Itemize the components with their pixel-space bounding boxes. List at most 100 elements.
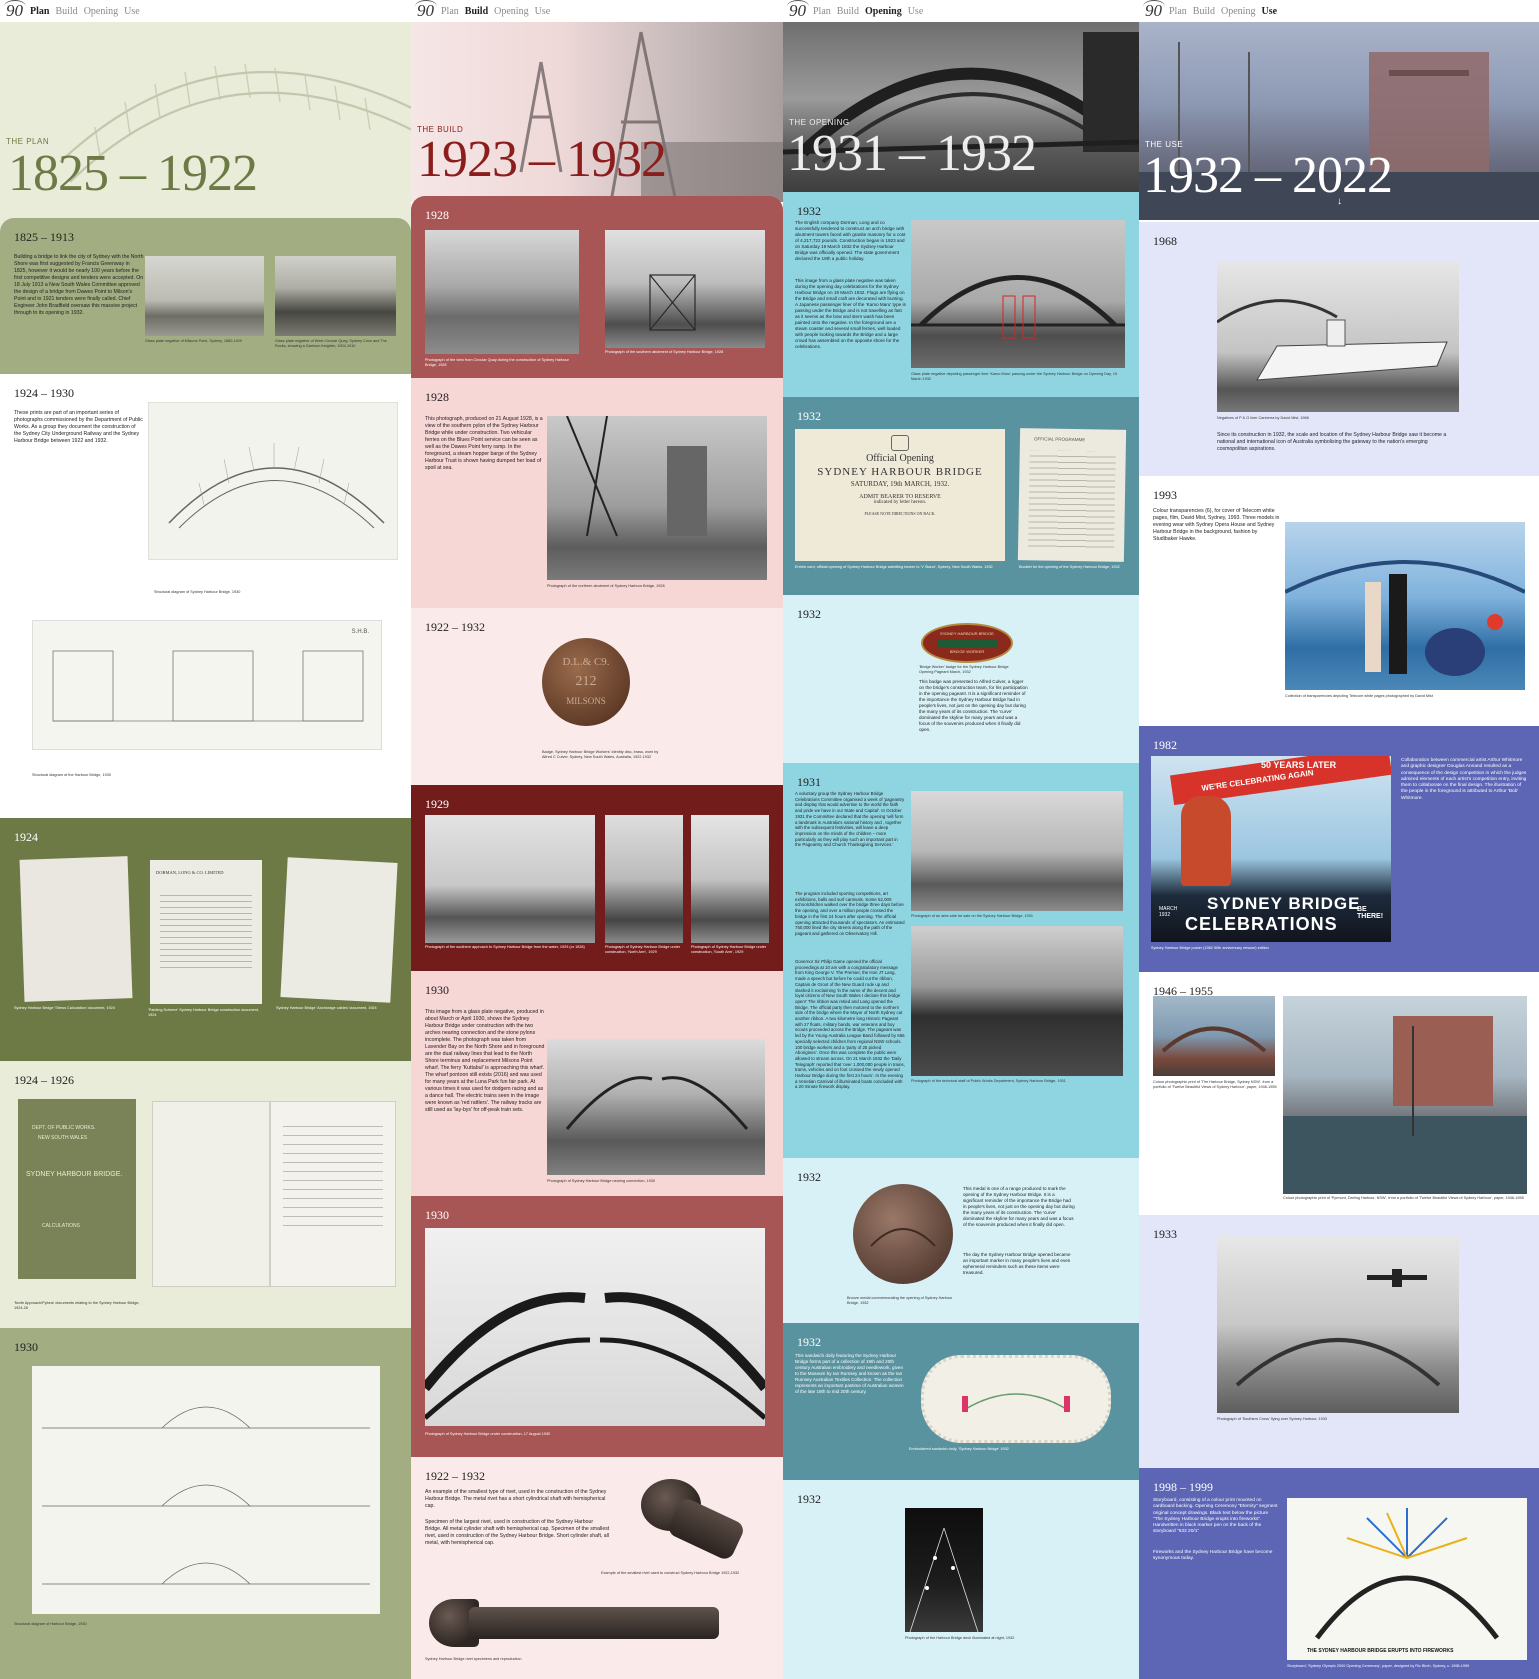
nav-use[interactable]: Use: [1261, 6, 1277, 17]
section-text: Colour transparencies (6), for cover of …: [1153, 508, 1280, 542]
nav-build[interactable]: Build: [837, 6, 859, 17]
photo-milsons-point[interactable]: [145, 256, 264, 336]
structural-diagram-arch[interactable]: [148, 402, 398, 560]
print-caption: Colour photographic print of 'The Harbou…: [1153, 1080, 1277, 1089]
bronze-medal[interactable]: [853, 1184, 953, 1284]
plan-section-1924-1926: 1924 – 1926 DEPT. OF PUBLIC WORKS. NEW S…: [0, 1061, 411, 1328]
section-text: Fireworks and the Sydney Harbour Bridge …: [1153, 1550, 1273, 1562]
nav-opening[interactable]: Opening: [865, 6, 902, 17]
photo-southern-cross-flight[interactable]: [1217, 1235, 1459, 1413]
photo-caption: Photograph of the southern approach to S…: [425, 945, 585, 949]
nav-opening[interactable]: Opening: [494, 6, 528, 17]
photo-technical-staff[interactable]: [911, 926, 1123, 1076]
photo-southern-pylon[interactable]: [547, 416, 767, 580]
photo-north-arm[interactable]: [605, 815, 683, 943]
aircraft-drawing: [1235, 1269, 1441, 1387]
identity-disc[interactable]: D.L.& C9. 212 MILSONS: [542, 638, 630, 726]
photo-south-arm[interactable]: [691, 815, 769, 943]
doc-lines-icon: [160, 890, 252, 970]
section-text: Specimen of the largest rivet, used in c…: [425, 1519, 610, 1546]
embroidered-doily[interactable]: [921, 1355, 1111, 1443]
section-text: This image from a glass plate negative, …: [425, 1009, 545, 1113]
section-year: 1825 – 1913: [14, 230, 74, 244]
document-stress[interactable]: [19, 856, 133, 1002]
opening-section-1931: 1931 A voluntary group the Sydney Harbou…: [783, 763, 1139, 1158]
photo-nearing-connection[interactable]: [547, 1039, 765, 1175]
nav-plan[interactable]: Plan: [441, 6, 459, 17]
section-year: 1932: [797, 1492, 821, 1506]
photo-liner-canberra[interactable]: [1217, 262, 1459, 412]
card-line: indicated by letter hereon.: [873, 500, 927, 505]
opening-section-1932-medal: 1932 Bronze medal commemorating the open…: [783, 1158, 1139, 1323]
logo-90-icon[interactable]: 90: [1143, 0, 1165, 21]
photo-caption: Photograph of the southern abutment of S…: [605, 350, 724, 354]
nav-opening[interactable]: Opening: [1221, 6, 1255, 17]
small-rivet-image[interactable]: [641, 1479, 751, 1569]
arch-truss-drawing: [168, 443, 385, 529]
logo-90-icon[interactable]: 90: [415, 0, 437, 21]
storyboard-fireworks[interactable]: THE SYDNEY HARBOUR BRIDGE ERUPTS INTO FI…: [1287, 1498, 1527, 1660]
poster-sydney-bridge-celebrations[interactable]: 50 YEARS LATER WE'RE CELEBRATING AGAIN S…: [1151, 756, 1391, 942]
build-section-1929: 1929 Photograph of the southern approach…: [411, 785, 783, 971]
nav-use[interactable]: Use: [535, 6, 551, 17]
photo-circular-quay[interactable]: [275, 256, 396, 336]
nav-build[interactable]: Build: [55, 6, 77, 17]
open-ledger-left[interactable]: [152, 1101, 270, 1287]
photo-arch-construction-1930[interactable]: [425, 1228, 765, 1426]
logo-90-icon[interactable]: 90: [4, 0, 26, 21]
open-ledger-right[interactable]: [270, 1101, 396, 1287]
poster-line: SYDNEY BRIDGE: [1207, 894, 1361, 913]
calculations-cover[interactable]: DEPT. OF PUBLIC WORKS. NEW SOUTH WALES S…: [18, 1099, 136, 1279]
bridge-print-drawing: [1161, 1026, 1267, 1053]
nav-opening[interactable]: Opening: [84, 6, 118, 17]
nav-plan[interactable]: Plan: [1169, 6, 1187, 17]
shb-mark: S.H.B.: [351, 629, 369, 635]
embroidery-bridge-icon: [962, 1393, 1070, 1412]
document-painting[interactable]: DORMAN, LONG & CO. LIMITED: [150, 860, 262, 1004]
photo-southern-approach[interactable]: [425, 815, 595, 943]
document-anchorage[interactable]: [280, 857, 398, 1003]
top-nav: 90 Plan Build Opening Use: [783, 0, 1139, 22]
photo-caption: Photograph of the technical staff of Pub…: [911, 1079, 1066, 1083]
nav-use[interactable]: Use: [124, 6, 140, 17]
nav-build[interactable]: Build: [465, 6, 488, 17]
plan-section-1924-1930: 1924 – 1930 These prints are part of an …: [0, 374, 411, 818]
build-section-1930-b: 1930 Photograph of Sydney Harbour Bridge…: [411, 1196, 783, 1457]
bridge-worker-badge[interactable]: SYDNEY HARBOUR BRIDGE BRIDGE WORKER: [921, 623, 1013, 663]
storyboard-caption-text: THE SYDNEY HARBOUR BRIDGE ERUPTS INTO FI…: [1307, 1648, 1454, 1654]
rivet-shaft-icon: [665, 1496, 747, 1562]
photo-cars-for-sale[interactable]: [911, 791, 1123, 911]
build-section-1930-a: 1930 This image from a glass plate negat…: [411, 971, 783, 1196]
large-rivet-image[interactable]: [429, 1597, 769, 1649]
official-opening-card[interactable]: Official Opening SYDNEY HARBOUR BRIDGE S…: [795, 429, 1005, 561]
colour-print-pyrmont[interactable]: [1283, 996, 1527, 1194]
photo-southern-abutment[interactable]: [605, 230, 765, 348]
plan-hero: THE PLAN 1825 – 1922: [0, 22, 411, 232]
structural-diagram-sections[interactable]: S.H.B.: [32, 620, 382, 750]
nav-plan[interactable]: Plan: [30, 6, 49, 17]
section-text: The program included sporting competitio…: [795, 891, 905, 936]
official-programme-booklet[interactable]: OFFICIAL PROGRAMME: [1017, 428, 1127, 562]
nav-plan[interactable]: Plan: [813, 6, 831, 17]
section-year: 1928: [425, 208, 449, 222]
photo-opening-day-liner[interactable]: [911, 220, 1125, 368]
use-section-1946-1955: 1946 – 1955 Colour photographic print of…: [1139, 972, 1539, 1215]
disc-text: 212: [575, 674, 597, 689]
section-year: 1928: [425, 390, 449, 404]
photo-deck-night[interactable]: [905, 1508, 983, 1632]
photo-circular-quay-1928[interactable]: [425, 230, 579, 354]
photo-caption: Photograph of Sydney Harbour Bridge unde…: [691, 945, 767, 954]
nav-build[interactable]: Build: [1193, 6, 1215, 17]
colour-print-harbour-bridge[interactable]: [1153, 996, 1275, 1076]
logo-90-icon[interactable]: 90: [787, 0, 809, 21]
photo-caption: Photograph of Sydney Harbour Bridge near…: [547, 1179, 656, 1183]
photo-telecom-models[interactable]: [1285, 522, 1525, 690]
section-text: This sandwich doily featuring the Sydney…: [795, 1353, 904, 1394]
elevation-diagram[interactable]: [32, 1366, 380, 1614]
nav-use[interactable]: Use: [908, 6, 924, 17]
ledger-lines-icon: [283, 1118, 383, 1228]
use-section-1993: 1993 Colour transparencies (6), for cove…: [1139, 476, 1539, 726]
medal-caption: Bronze medal commemorating the opening o…: [847, 1296, 953, 1305]
section-year: 1931: [797, 775, 821, 789]
badge-band-icon: [937, 639, 997, 647]
